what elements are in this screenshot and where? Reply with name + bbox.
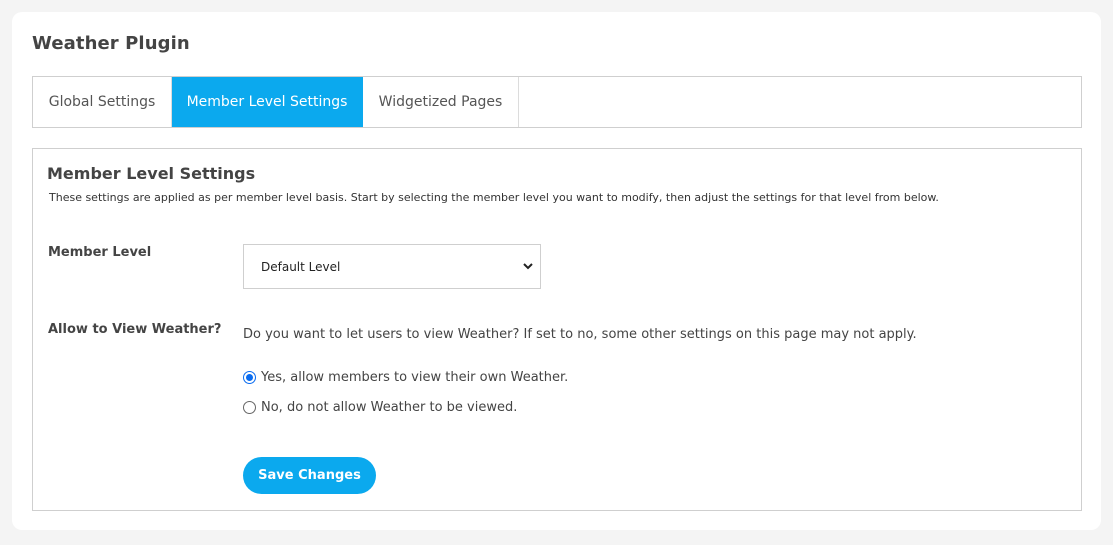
- radio-unchecked-icon[interactable]: [243, 401, 256, 414]
- member-level-selected-value: Default Level: [261, 260, 341, 274]
- allow-view-weather-label: Allow to View Weather?: [48, 322, 222, 337]
- allow-view-weather-description: Do you want to let users to view Weather…: [243, 327, 917, 342]
- radio-option-no[interactable]: No, do not allow Weather to be viewed.: [243, 400, 517, 415]
- save-changes-button[interactable]: Save Changes: [243, 457, 376, 494]
- tab-member-level-settings[interactable]: Member Level Settings: [172, 77, 363, 127]
- tab-bar: Global Settings Member Level Settings Wi…: [32, 76, 1082, 128]
- radio-option-no-label: No, do not allow Weather to be viewed.: [261, 400, 518, 415]
- section-title: Member Level Settings: [47, 164, 256, 183]
- member-level-select[interactable]: Default Level: [243, 244, 541, 289]
- section-description: These settings are applied as per member…: [49, 191, 939, 204]
- chevron-down-icon: [523, 263, 533, 270]
- radio-option-yes-label: Yes, allow members to view their own Wea…: [261, 370, 569, 385]
- member-level-label: Member Level: [48, 245, 152, 260]
- settings-card: Weather Plugin Global Settings Member Le…: [12, 12, 1101, 530]
- page-title: Weather Plugin: [32, 33, 190, 54]
- radio-option-yes[interactable]: Yes, allow members to view their own Wea…: [243, 370, 568, 385]
- tab-global-settings[interactable]: Global Settings: [33, 77, 172, 127]
- tab-widgetized-pages[interactable]: Widgetized Pages: [363, 77, 519, 127]
- radio-checked-icon[interactable]: [243, 371, 256, 384]
- member-level-settings-panel: Member Level Settings These settings are…: [32, 148, 1082, 511]
